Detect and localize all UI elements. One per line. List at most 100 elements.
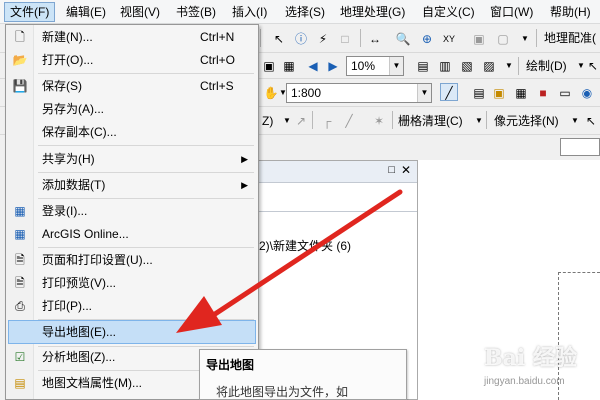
- editor-tool-icon[interactable]: ╱: [440, 83, 458, 101]
- menu-separator: [38, 247, 254, 248]
- toolbar-separator: [260, 29, 261, 47]
- menu-separator: [38, 73, 254, 74]
- identify-icon[interactable]: ⓘ: [292, 30, 310, 48]
- print-preview-icon: 🗎: [15, 276, 25, 290]
- signin-icon: ▦: [14, 204, 26, 218]
- menu-item-print-preview[interactable]: 🗎 打印预览(V)...: [8, 272, 256, 294]
- toggle-draft-icon[interactable]: ▤: [414, 57, 432, 75]
- menu-view[interactable]: 视图(V): [114, 2, 166, 22]
- map-scale-value: 1:800: [291, 86, 322, 100]
- menu-insert[interactable]: 插入(I): [226, 2, 273, 22]
- toolbar-separator: [312, 111, 313, 129]
- map-scale-combo[interactable]: 1:800 ▼: [286, 83, 432, 103]
- arcgis-online-icon: ▦: [14, 227, 26, 241]
- cell-selection-menu[interactable]: 像元选择(N): [494, 111, 559, 131]
- viewer-icon[interactable]: ▢: [494, 30, 512, 48]
- search-window-icon[interactable]: ▦: [512, 84, 530, 102]
- hyperlink-icon[interactable]: ⚡: [314, 30, 332, 48]
- focus-data-frame-icon[interactable]: ▥: [436, 57, 454, 75]
- map-properties-icon: ▤: [14, 376, 26, 390]
- toolbar-separator: [360, 29, 361, 47]
- menu-bookmarks[interactable]: 书签(B): [170, 2, 222, 22]
- submenu-arrow-icon: ▶: [241, 154, 248, 164]
- scale-input[interactable]: [560, 138, 600, 156]
- menu-item-sign-in[interactable]: ▦ 登录(I)...: [8, 200, 256, 222]
- profile-graph-icon[interactable]: ╱: [340, 112, 358, 130]
- zoom-100-icon[interactable]: ▦: [280, 57, 298, 75]
- chevron-down-icon[interactable]: ▼: [417, 84, 431, 102]
- save-icon: 💾: [12, 79, 28, 93]
- toc-header: □ ✕: [259, 161, 417, 183]
- python-window-icon[interactable]: ▭: [556, 84, 574, 102]
- html-popup-icon[interactable]: □: [336, 30, 354, 48]
- menu-item-export-map[interactable]: 导出地图(E)...: [8, 320, 256, 344]
- georeferencing-label[interactable]: 地理配准(: [544, 28, 596, 48]
- next-extent-icon[interactable]: ▶: [324, 57, 342, 75]
- menu-item-save[interactable]: 💾 保存(S) Ctrl+S: [8, 75, 256, 97]
- menu-help[interactable]: 帮助(H): [544, 2, 597, 22]
- menu-item-page-setup[interactable]: 🗎 页面和打印设置(U)...: [8, 249, 256, 271]
- toolbar-separator: [392, 111, 393, 129]
- model-builder-icon[interactable]: ◉: [578, 84, 596, 102]
- menu-separator: [38, 145, 254, 146]
- export-map-tooltip: 导出地图 将此地图导出为文件，如: [199, 349, 407, 400]
- chevron-down-icon[interactable]: ▼: [389, 57, 403, 75]
- pin-icon[interactable]: ✶: [370, 112, 388, 130]
- arctoolbox-icon[interactable]: ■: [534, 84, 552, 102]
- page-setup-icon: 🗎: [15, 253, 25, 267]
- raster-cleanup-menu[interactable]: 栅格清理(C): [398, 111, 463, 131]
- menu-item-open[interactable]: 📂 打开(O)... Ctrl+O: [8, 49, 256, 71]
- submenu-arrow-icon: ▶: [241, 180, 248, 190]
- menu-file[interactable]: 文件(F): [4, 2, 56, 22]
- menu-item-save-copy[interactable]: 保存副本(C)...: [8, 121, 256, 143]
- pointer-icon[interactable]: ↖: [584, 57, 600, 75]
- toolbar-separator: [518, 57, 519, 75]
- data-driven-pages-icon[interactable]: ▨: [480, 57, 498, 75]
- tooltip-title: 导出地图: [206, 358, 255, 372]
- pointer-icon[interactable]: ↖: [582, 112, 600, 130]
- change-layout-icon[interactable]: ▧: [458, 57, 476, 75]
- menu-edit[interactable]: 编辑(E): [60, 2, 112, 22]
- toolbar-dropdown-icon[interactable]: ▼: [516, 30, 534, 48]
- menu-geoprocessing[interactable]: 地理处理(G): [334, 2, 411, 22]
- menu-item-add-data[interactable]: 添加数据(T) ▶: [8, 174, 256, 196]
- previous-extent-icon[interactable]: ◀: [304, 57, 322, 75]
- float-window-icon[interactable]: □: [388, 164, 395, 176]
- select-arrow-icon[interactable]: ↖: [270, 30, 288, 48]
- toolbar-separator: [536, 29, 537, 47]
- menu-item-new[interactable]: 🗋 新建(N)... Ctrl+N: [8, 26, 256, 48]
- zoom-whole-page-icon[interactable]: ▣: [260, 57, 278, 75]
- file-menu-dropdown: 🗋 新建(N)... Ctrl+N 📂 打开(O)... Ctrl+O 💾 保存…: [5, 24, 259, 400]
- time-slider-icon[interactable]: ▣: [470, 30, 488, 48]
- interpolate-icon[interactable]: ↗: [292, 112, 310, 130]
- menu-windows[interactable]: 窗口(W): [484, 2, 539, 22]
- z-dropdown-label[interactable]: Z): [262, 111, 273, 131]
- line-of-sight-icon[interactable]: ┌: [318, 112, 336, 130]
- menu-item-arcgis-online[interactable]: ▦ ArcGIS Online...: [8, 223, 256, 245]
- zoom-percent-combo[interactable]: 10% ▼: [346, 56, 404, 76]
- menu-item-print[interactable]: ⎙ 打印(P)...: [8, 295, 256, 317]
- table-of-contents-icon[interactable]: ▤: [470, 84, 488, 102]
- close-icon[interactable]: ✕: [401, 163, 411, 177]
- find-binoculars-icon[interactable]: 🔍: [394, 30, 412, 48]
- page-frame: [558, 272, 600, 400]
- catalog-icon[interactable]: ▣: [490, 84, 508, 102]
- find-route-icon[interactable]: ⊕: [418, 30, 436, 48]
- print-icon: ⎙: [15, 299, 25, 313]
- menu-selection[interactable]: 选择(S): [279, 2, 331, 22]
- go-to-xy-icon[interactable]: XY: [440, 30, 458, 48]
- draw-menu[interactable]: 绘制(D): [526, 56, 567, 76]
- zoom-percent-value: 10%: [351, 59, 376, 73]
- toolbar-dropdown-icon[interactable]: ▼: [500, 57, 518, 75]
- open-folder-icon: 📂: [12, 53, 28, 67]
- menu-separator: [38, 198, 254, 199]
- menu-customize[interactable]: 自定义(C): [416, 2, 481, 22]
- measure-icon[interactable]: ↔: [366, 30, 384, 48]
- menu-item-share-as[interactable]: 共享为(H) ▶: [8, 148, 256, 170]
- toc-folder-path[interactable]: 2)\新建文件夹 (6): [259, 237, 351, 254]
- menu-item-save-as[interactable]: 另存为(A)...: [8, 98, 256, 120]
- tooltip-body: 将此地图导出为文件，如: [216, 385, 349, 399]
- toolbar-separator: [486, 111, 487, 129]
- new-doc-icon: 🗋: [15, 30, 25, 44]
- analyze-map-icon: ☑: [14, 350, 26, 364]
